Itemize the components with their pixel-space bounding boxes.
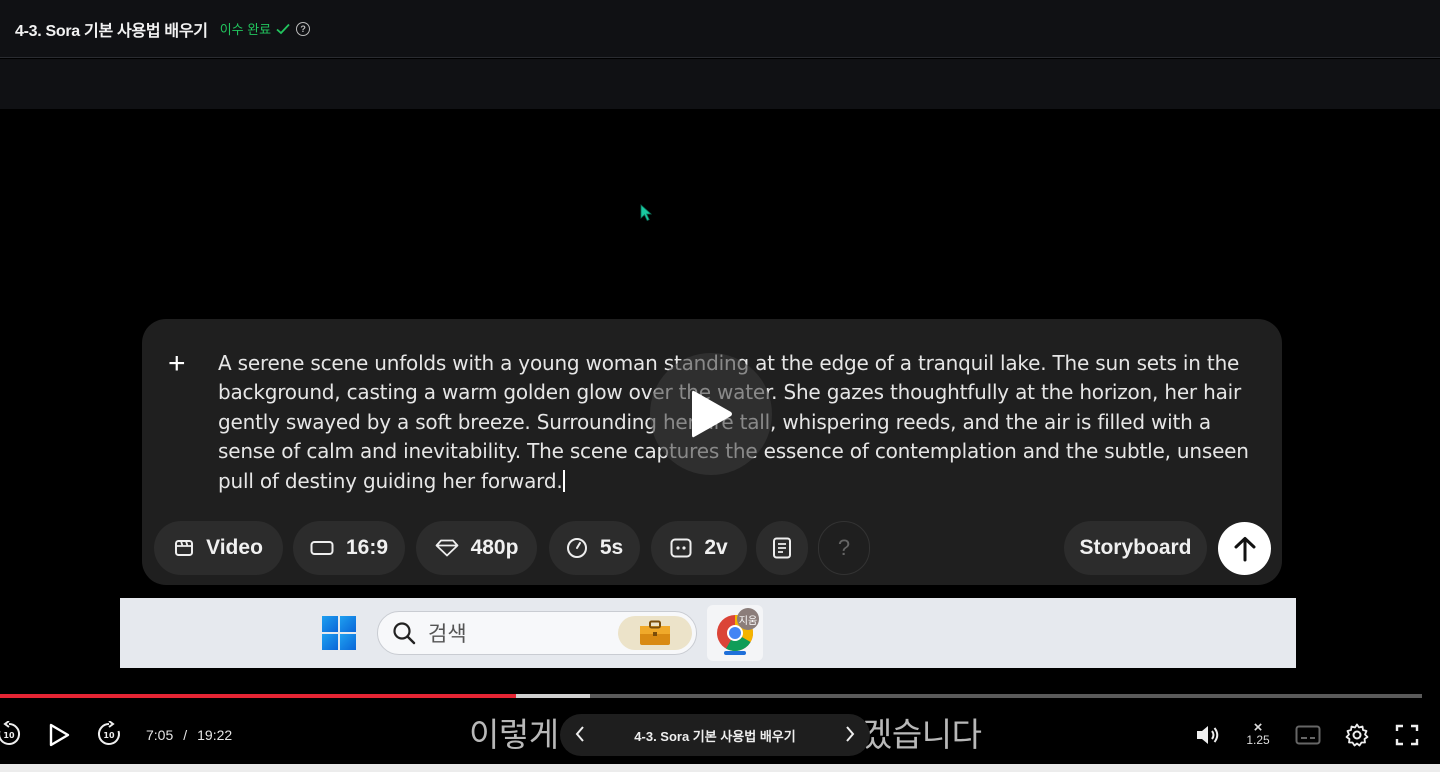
arrow-up-icon <box>1234 536 1255 561</box>
diamond-icon <box>435 539 458 557</box>
captions-icon <box>1295 725 1321 745</box>
current-time: 7:05 <box>146 727 174 743</box>
chevron-right-icon[interactable] <box>844 724 856 744</box>
variations-label: 2v <box>704 536 728 559</box>
windows-taskbar: 검색 지움 <box>120 598 1296 668</box>
time-separator: / <box>183 727 188 743</box>
header-subbar <box>0 59 1440 109</box>
aspect-ratio-icon <box>310 541 334 555</box>
svg-text:10: 10 <box>103 731 115 740</box>
forward-10-button[interactable]: 10 <box>96 721 122 747</box>
stopwatch-icon <box>566 538 587 558</box>
chevron-left-icon[interactable] <box>574 724 586 744</box>
playback-speed-button[interactable]: × 1.25 <box>1243 720 1273 747</box>
captions-button[interactable] <box>1295 725 1321 745</box>
rewind-10-icon: 10 <box>0 721 21 745</box>
play-button[interactable] <box>48 723 70 747</box>
video-type-label: Video <box>206 536 263 559</box>
duration-button[interactable]: 5s <box>549 521 640 575</box>
video-play-overlay-button[interactable] <box>650 353 772 475</box>
fullscreen-icon <box>1395 724 1419 746</box>
variations-button[interactable]: 2v <box>651 521 747 575</box>
play-icon <box>692 390 732 438</box>
completion-status-label: 이수 완료 <box>219 22 272 37</box>
rewind-10-button[interactable]: 10 <box>0 721 22 747</box>
resolution-label: 480p <box>470 536 519 559</box>
player-controls: 10 10 7:05/19:22 이렇게 붙여 넣기 해주도록 하겠습니다 4-… <box>0 698 1440 764</box>
help-circle-icon[interactable]: ? <box>296 21 311 36</box>
chrome-profile-badge: 지움 <box>737 608 759 630</box>
aspect-ratio-button[interactable]: 16:9 <box>293 521 405 575</box>
volume-icon <box>1197 726 1219 744</box>
lesson-title: 4-3. Sora 기본 사용법 배우기 <box>15 22 208 40</box>
play-icon <box>49 723 70 747</box>
briefcase-icon <box>618 616 692 650</box>
search-icon <box>393 622 416 645</box>
settings-button[interactable] <box>1345 723 1369 747</box>
submit-button[interactable] <box>1218 522 1271 575</box>
windows-start-icon <box>322 616 356 650</box>
chapter-navigator: 4-3. Sora 기본 사용법 배우기 <box>560 714 870 756</box>
chrome-taskbar-icon: 지움 <box>707 605 763 661</box>
total-duration: 19:22 <box>197 727 233 743</box>
taskbar-search-placeholder: 검색 <box>428 623 467 646</box>
forward-10-icon: 10 <box>97 721 120 745</box>
resolution-button[interactable]: 480p <box>416 521 537 575</box>
time-display: 7:05 / 19:22 <box>146 727 232 743</box>
storyboard-button[interactable]: Storyboard <box>1064 521 1207 575</box>
svg-text:10: 10 <box>3 731 15 740</box>
volume-button[interactable] <box>1195 723 1221 747</box>
fullscreen-button[interactable] <box>1395 724 1419 746</box>
active-app-indicator <box>724 651 746 655</box>
help-button[interactable]: ? <box>818 521 870 575</box>
gear-icon <box>1345 723 1369 747</box>
speed-value: 1.25 <box>1246 733 1270 747</box>
add-media-button[interactable]: + <box>168 349 186 379</box>
taskbar-search-box: 검색 <box>377 611 697 655</box>
presets-button[interactable] <box>756 521 808 575</box>
page-bottom-strip <box>0 764 1440 772</box>
completion-status: 이수 완료 <box>220 19 290 38</box>
mouse-cursor-icon <box>640 204 653 222</box>
video-type-button[interactable]: Video <box>154 521 283 575</box>
chapter-title: 4-3. Sora 기본 사용법 배우기 <box>634 728 796 744</box>
document-icon <box>773 537 791 559</box>
check-icon <box>276 23 290 34</box>
text-caret <box>563 469 565 492</box>
duration-label: 5s <box>599 536 624 559</box>
variations-icon <box>670 538 692 558</box>
lesson-header: 4-3. Sora 기본 사용법 배우기 이수 완료 ? <box>0 0 1440 58</box>
aspect-ratio-label: 16:9 <box>345 536 389 559</box>
clapperboard-icon <box>175 540 194 556</box>
